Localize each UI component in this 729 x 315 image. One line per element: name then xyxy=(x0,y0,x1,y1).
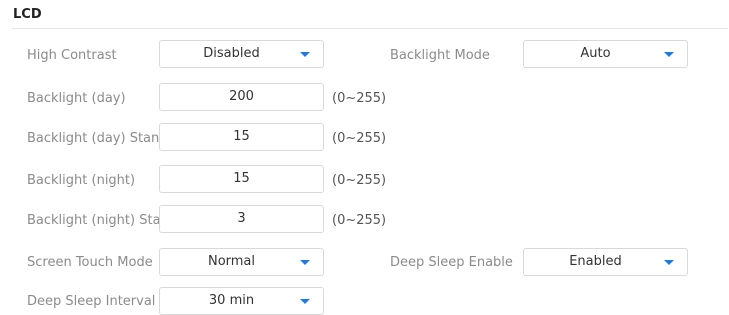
backlight-day-input[interactable]: 200 xyxy=(159,83,324,111)
deep-sleep-interval-select[interactable]: 30 min xyxy=(159,287,324,315)
lcd-settings-panel: LCD High Contrast Disabled Backlight Mod… xyxy=(0,0,729,315)
backlight-night-standby-range: (0~255) xyxy=(332,213,387,228)
chevron-down-icon xyxy=(664,52,674,57)
backlight-day-standby-range: (0~255) xyxy=(332,131,387,146)
backlight-night-input[interactable]: 15 xyxy=(159,165,324,193)
backlight-day-label: Backlight (day) xyxy=(27,91,126,106)
backlight-night-value: 15 xyxy=(233,171,250,186)
high-contrast-select[interactable]: Disabled xyxy=(159,40,324,68)
backlight-day-standby-input[interactable]: 15 xyxy=(159,123,324,151)
deep-sleep-enable-label: Deep Sleep Enable xyxy=(390,255,513,270)
screen-touch-mode-value: Normal xyxy=(207,254,256,269)
backlight-night-range: (0~255) xyxy=(332,173,387,188)
backlight-day-standby-value: 15 xyxy=(233,129,250,144)
high-contrast-value: Disabled xyxy=(203,46,260,61)
chevron-down-icon xyxy=(300,52,310,57)
backlight-day-value: 200 xyxy=(229,89,254,104)
chevron-down-icon xyxy=(664,260,674,265)
backlight-mode-select[interactable]: Auto xyxy=(523,40,688,68)
backlight-night-standby-label: Backlight (night) Sta... xyxy=(27,213,173,228)
deep-sleep-interval-label: Deep Sleep Interval xyxy=(27,294,156,309)
screen-touch-mode-label: Screen Touch Mode xyxy=(27,255,153,270)
deep-sleep-enable-value: Enabled xyxy=(569,254,622,269)
chevron-down-icon xyxy=(300,299,310,304)
backlight-mode-label: Backlight Mode xyxy=(390,48,490,63)
deep-sleep-enable-select[interactable]: Enabled xyxy=(523,248,688,276)
backlight-night-standby-value: 3 xyxy=(237,211,246,226)
section-title: LCD xyxy=(13,7,42,22)
backlight-night-label: Backlight (night) xyxy=(27,173,136,188)
screen-touch-mode-select[interactable]: Normal xyxy=(159,248,324,276)
backlight-mode-value: Auto xyxy=(580,46,611,61)
backlight-day-standby-label: Backlight (day) Stan... xyxy=(27,131,172,146)
high-contrast-label: High Contrast xyxy=(27,48,117,63)
chevron-down-icon xyxy=(300,260,310,265)
backlight-day-range: (0~255) xyxy=(332,91,387,106)
backlight-night-standby-input[interactable]: 3 xyxy=(159,205,324,233)
section-divider xyxy=(12,28,728,29)
deep-sleep-interval-value: 30 min xyxy=(208,293,255,308)
